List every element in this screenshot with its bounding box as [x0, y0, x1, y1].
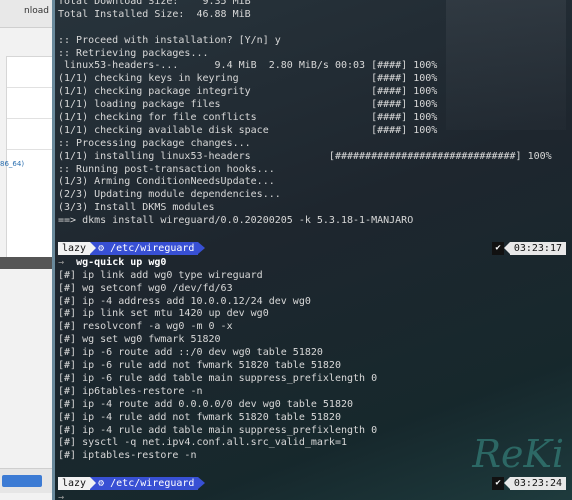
output-line: :: Proceed with installation? [Y/n] y: [58, 34, 281, 46]
output-line: :: Retrieving packages...: [58, 47, 209, 59]
background-window-header: nload: [0, 0, 52, 28]
prompt-separator: [90, 477, 97, 490]
output-line: [#] wg set wg0 fwmark 51820: [58, 334, 221, 346]
input-line[interactable]: →: [58, 492, 572, 500]
prompt-path-text: ⚙ /etc/wireguard: [98, 242, 195, 254]
output-line: [#] ip6tables-restore -n: [58, 385, 203, 397]
output-line: [#] sysctl -q net.ipv4.conf.all.src_vali…: [58, 437, 347, 449]
background-window-button[interactable]: [2, 475, 42, 487]
arrow-icon: →: [58, 492, 65, 500]
output-line: [#] ip link set mtu 1420 up dev wg0: [58, 308, 269, 320]
output-line: ==> dkms install wireguard/0.0.20200205 …: [58, 215, 414, 227]
output-line: [#] ip link add wg0 type wireguard: [58, 269, 263, 281]
arrow-icon: →: [58, 256, 65, 268]
prompt-time: 03:23:17: [509, 241, 566, 255]
output-line: (3/3) Install DKMS modules: [58, 202, 215, 214]
background-row: [7, 88, 53, 119]
check-icon: ✔: [492, 477, 504, 491]
prompt-path: ⚙ /etc/wireguard: [90, 241, 199, 255]
output-line: (1/1) loading package files [####] 100%: [58, 99, 438, 111]
terminal-border: [52, 0, 55, 500]
prompt-separator: [90, 241, 97, 254]
prompt-arrow: [198, 477, 206, 490]
background-window-bar: [0, 257, 52, 269]
output-line: :: Processing package changes...: [58, 137, 251, 149]
output-line: [#] ip -4 rule add table main suppress_p…: [58, 424, 378, 436]
output-line: :: Running post-transaction hooks...: [58, 163, 275, 175]
prompt-time-block: ✔ 03:23:17: [492, 241, 566, 255]
check-icon: ✔: [492, 241, 504, 255]
output-line: (1/1) checking package integrity [####] …: [58, 86, 438, 98]
background-window-footer: [0, 468, 52, 493]
output-line: [#] resolvconf -a wg0 -m 0 -x: [58, 321, 233, 333]
prompt-user: lazy: [58, 477, 91, 491]
output-line: (2/3) Updating module dependencies...: [58, 189, 281, 201]
terminal-window[interactable]: ReKi Total Download Size: 9.35 MiB Total …: [52, 0, 572, 500]
terminal-output: Total Download Size: 9.35 MiB Total Insta…: [58, 0, 572, 500]
command-text: wg-quick up wg0: [76, 256, 167, 268]
prompt-path-text: ⚙ /etc/wireguard: [98, 478, 195, 490]
prompt-time-block: ✔ 03:23:24: [492, 477, 566, 491]
prompt-1: lazy ⚙ /etc/wireguard ✔ 03:23:17: [58, 241, 572, 256]
output-line: [#] ip -4 route add 0.0.0.0/0 dev wg0 ta…: [58, 398, 354, 410]
prompt-2: lazy ⚙ /etc/wireguard ✔ 03:23:24: [58, 477, 572, 491]
prompt-time: 03:23:24: [509, 477, 566, 491]
output-line: [#] iptables-restore -n: [58, 450, 197, 462]
output-line: (1/3) Arming ConditionNeedsUpdate...: [58, 176, 275, 188]
output-line: [#] ip -6 route add ::/0 dev wg0 table 5…: [58, 347, 323, 359]
background-window-link[interactable]: 86_64): [0, 160, 24, 168]
output-line: [#] ip -6 rule add table main suppress_p…: [58, 372, 378, 384]
output-line: (1/1) checking for file conflicts [####]…: [58, 112, 438, 124]
background-row: [7, 119, 53, 150]
output-line: (1/1) checking keys in keyring [####] 10…: [58, 73, 438, 85]
background-row: [7, 57, 53, 88]
output-line: [#] ip -4 address add 10.0.0.12/24 dev w…: [58, 295, 311, 307]
command-line: → wg-quick up wg0: [58, 257, 572, 270]
install-output: Total Download Size: 9.35 MiB Total Insta…: [58, 0, 572, 228]
output-line: [#] ip -4 rule add not fwmark 51820 tabl…: [58, 411, 341, 423]
output-line: (1/1) checking available disk space [###…: [58, 124, 438, 136]
prompt-arrow: [198, 241, 206, 254]
prompt-path: ⚙ /etc/wireguard: [90, 477, 199, 491]
output-line: [#] wg setconf wg0 /dev/fd/63: [58, 282, 233, 294]
prompt-user: lazy: [58, 241, 91, 255]
command-output: [#] ip link add wg0 type wireguard [#] wg…: [58, 270, 572, 463]
background-window: nload 86_64): [0, 0, 53, 500]
output-line: (1/1) installing linux53-headers [######…: [58, 150, 552, 162]
output-line: [#] ip -6 rule add not fwmark 51820 tabl…: [58, 360, 341, 372]
output-line: Total Installed Size: 46.88 MiB: [58, 8, 251, 20]
output-line: linux53-headers-... 9.4 MiB 2.80 MiB/s 0…: [58, 60, 438, 72]
output-line: Total Download Size: 9.35 MiB: [58, 0, 251, 7]
